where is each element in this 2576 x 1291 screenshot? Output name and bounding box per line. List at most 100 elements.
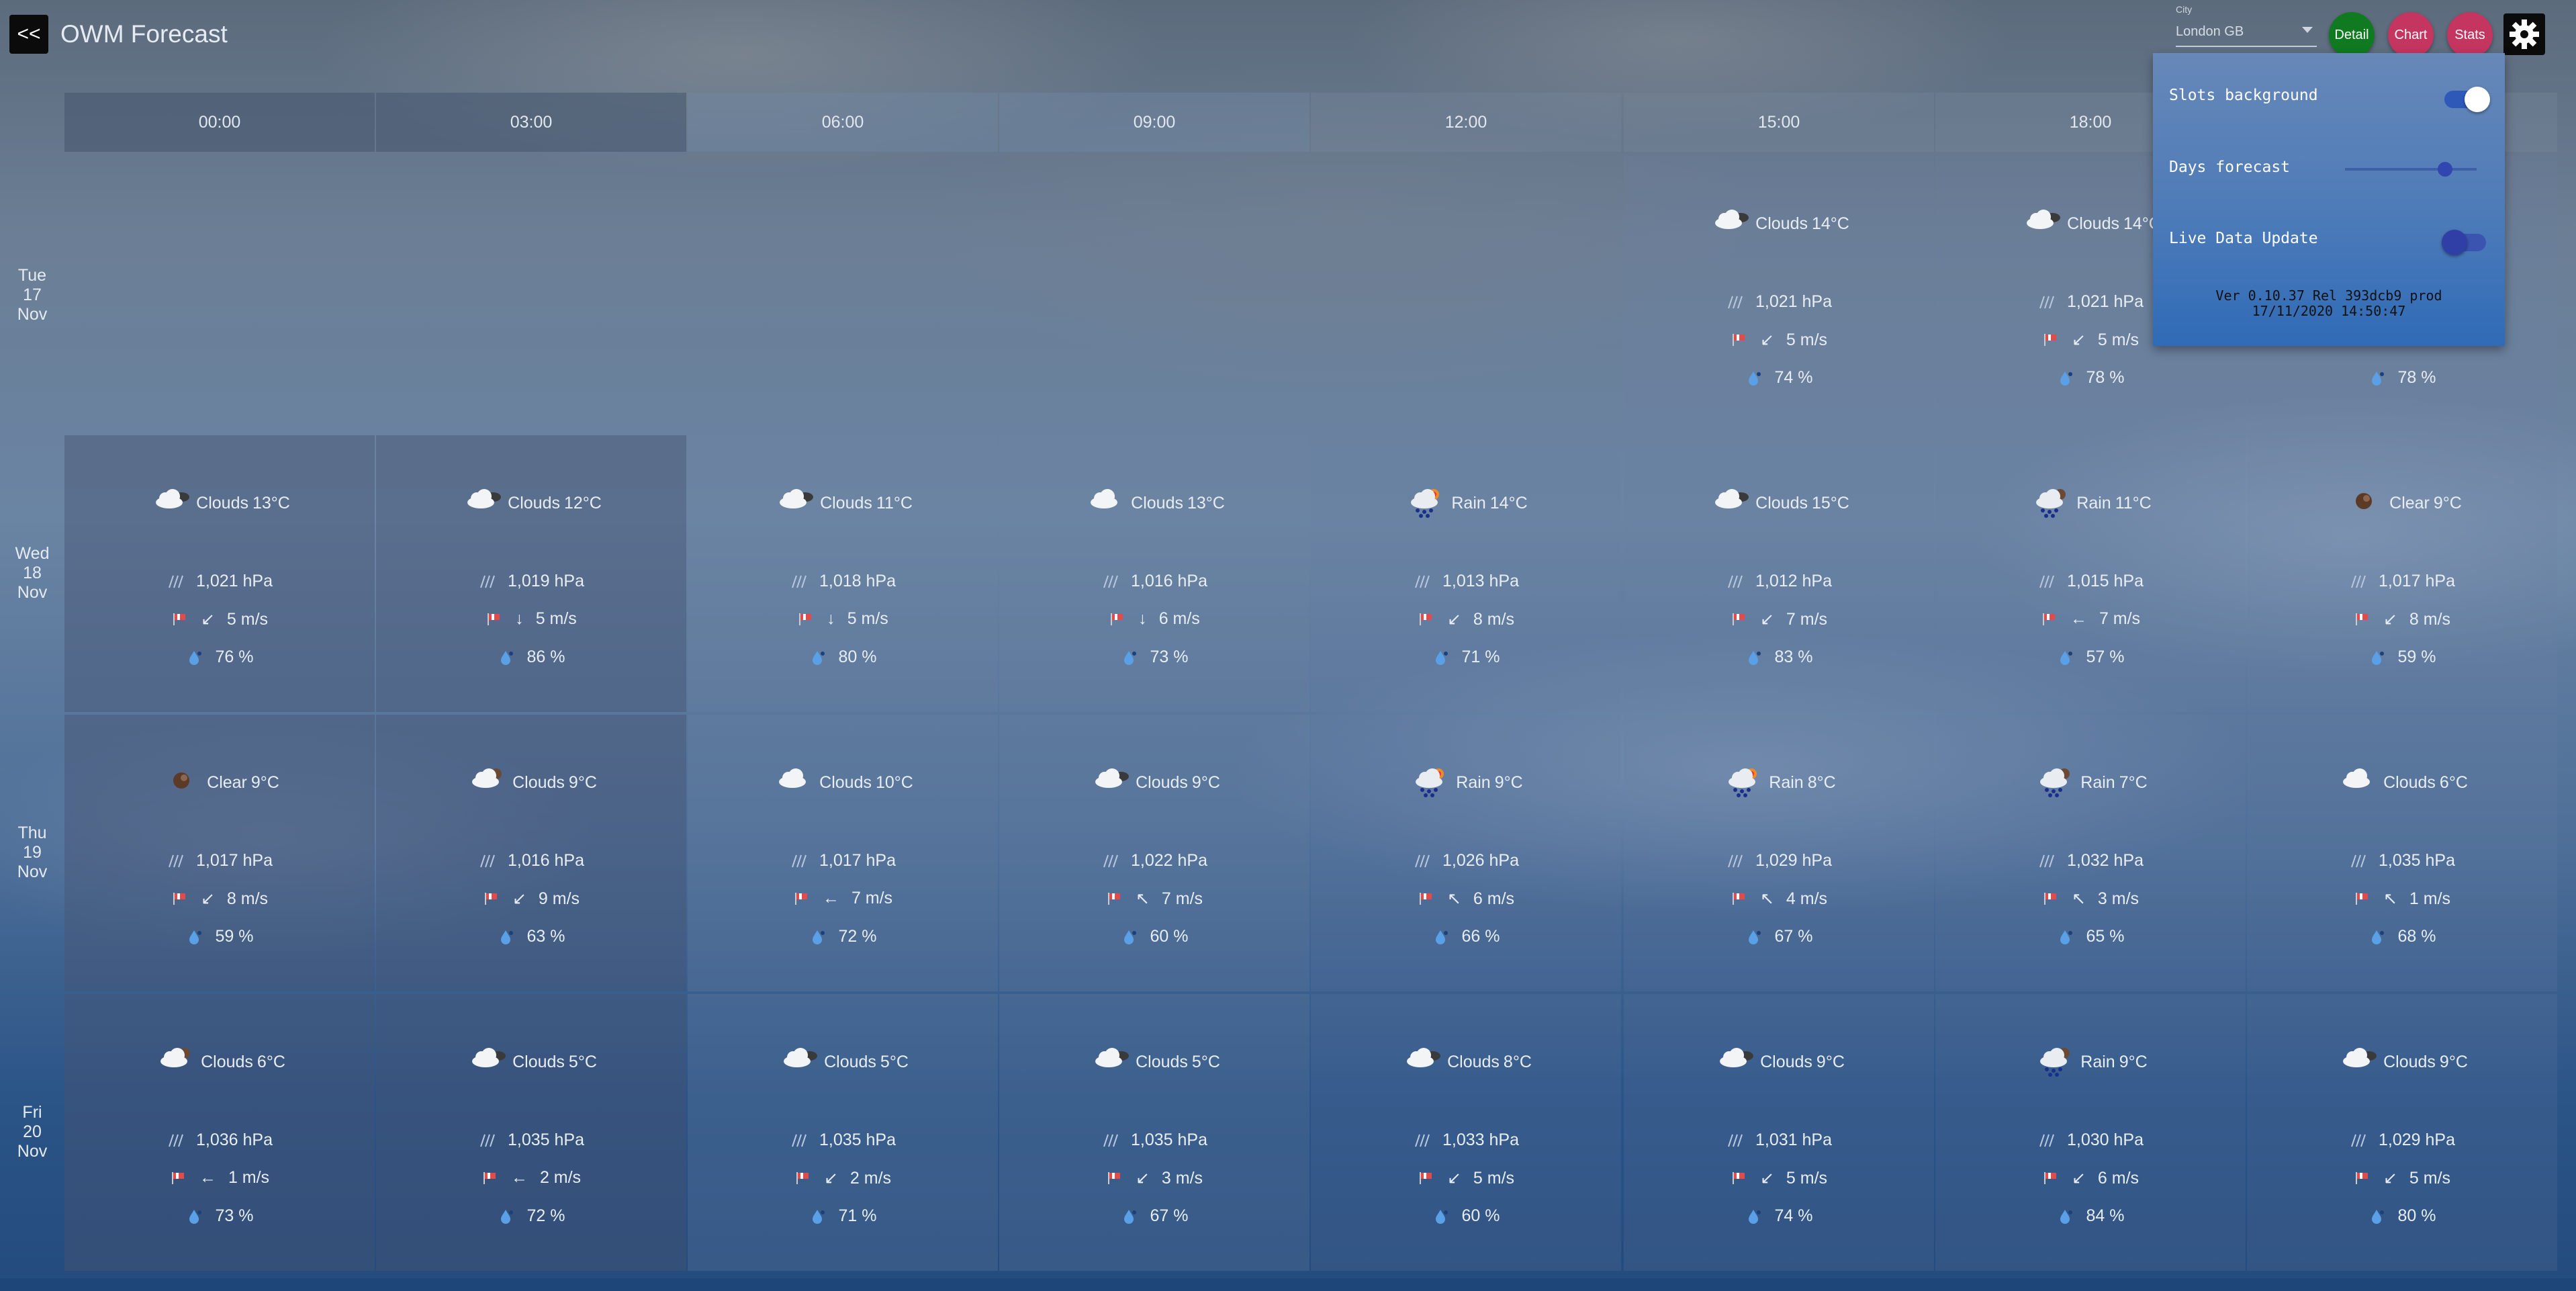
wind-line: ↙ 8 m/s xyxy=(1311,609,1621,629)
slider-thumb[interactable] xyxy=(2437,162,2452,177)
wind-flag-icon xyxy=(2354,612,2371,627)
wind-line: ↙ 5 m/s xyxy=(64,609,375,629)
forecast-slot[interactable]: Clouds 11°C 1,018 hPa ↓ 5 m/s 80 % xyxy=(688,435,998,712)
humidity-value: 72 % xyxy=(526,1206,565,1225)
pressure-value: 1,033 hPa xyxy=(1442,1130,1519,1149)
weather-icon xyxy=(154,1041,197,1083)
forecast-slot[interactable]: Rain 9°C 1,026 hPa ↖ 6 m/s 66 % xyxy=(1311,715,1621,991)
day-label: Thu 19 Nov xyxy=(0,823,64,882)
wind-direction-icon: ← xyxy=(2070,609,2087,628)
pressure-value: 1,036 hPa xyxy=(196,1130,273,1149)
temperature: 9°C xyxy=(2439,1053,2468,1071)
humidity-icon xyxy=(809,929,827,945)
forecast-slot[interactable]: Clouds 9°C 1,022 hPa ↖ 7 m/s 60 % xyxy=(999,715,1309,991)
forecast-slot[interactable]: Clear 9°C 1,017 hPa ↙ 8 m/s 59 % xyxy=(64,715,375,991)
pressure-line: 1,017 hPa xyxy=(688,851,998,871)
wind-direction-icon: ↙ xyxy=(2071,1169,2086,1188)
forecast-slot[interactable]: Clouds 5°C 1,035 hPa ↙ 2 m/s 71 % xyxy=(688,994,998,1271)
slots-background-toggle[interactable] xyxy=(2444,87,2490,112)
pressure-value: 1,030 hPa xyxy=(2067,1130,2144,1149)
humidity-line: 73 % xyxy=(64,1206,375,1226)
condition: Rain 7°C xyxy=(1935,762,2246,804)
weather-icon xyxy=(160,762,203,804)
wind-flag-icon xyxy=(2042,891,2060,906)
settings-button[interactable] xyxy=(2503,13,2545,55)
detail-button[interactable]: Detail xyxy=(2329,12,2375,58)
humidity-line: 76 % xyxy=(64,648,375,667)
humidity-line: 74 % xyxy=(1624,1206,1934,1226)
weather-icon xyxy=(149,482,192,525)
bottom-edge xyxy=(0,1278,2576,1291)
temperature: 10°C xyxy=(875,773,913,792)
wind-speed: 5 m/s xyxy=(1786,1168,1828,1188)
forecast-slot[interactable]: Clouds 6°C 1,036 hPa ← 1 m/s 73 % xyxy=(64,994,375,1271)
temperature: 8°C xyxy=(1503,1053,1532,1071)
temperature: 9°C xyxy=(2119,1053,2148,1071)
humidity-value: 80 % xyxy=(2397,1206,2436,1225)
pressure-value: 1,022 hPa xyxy=(1131,851,1207,870)
forecast-slot[interactable]: Clouds 13°C 1,021 hPa ↙ 5 m/s 76 % xyxy=(64,435,375,712)
weather-icon xyxy=(2020,203,2063,245)
forecast-slot[interactable]: Rain 9°C 1,030 hPa ↙ 6 m/s 84 % xyxy=(1935,994,2246,1271)
humidity-line: 83 % xyxy=(1624,648,1934,667)
forecast-slot[interactable]: Clouds 8°C 1,033 hPa ↙ 5 m/s 60 % xyxy=(1311,994,1621,1271)
humidity-value: 84 % xyxy=(2086,1206,2125,1225)
wind-flag-icon xyxy=(1418,891,1435,906)
pressure-icon xyxy=(1413,574,1430,589)
pressure-line: 1,012 hPa xyxy=(1624,572,1934,591)
forecast-slot[interactable]: Clouds 6°C 1,035 hPa ↖ 1 m/s 68 % xyxy=(2247,715,2557,991)
forecast-slot[interactable]: Clouds 5°C 1,035 hPa ← 2 m/s 72 % xyxy=(376,994,686,1271)
forecast-slot[interactable]: Clouds 9°C 1,016 hPa ↙ 9 m/s 63 % xyxy=(376,715,686,991)
stats-button[interactable]: Stats xyxy=(2447,12,2493,58)
condition: Rain 11°C xyxy=(1935,482,2246,525)
humidity-value: 71 % xyxy=(838,1206,877,1225)
pressure-line: 1,016 hPa xyxy=(376,851,686,871)
forecast-slot[interactable]: Clouds 13°C 1,016 hPa ↓ 6 m/s 73 % xyxy=(999,435,1309,712)
weather-icon xyxy=(1409,762,1452,804)
days-forecast-slider[interactable] xyxy=(2345,162,2477,177)
wind-line: ↖ 4 m/s xyxy=(1624,889,1934,909)
pressure-line: 1,019 hPa xyxy=(376,572,686,591)
forecast-slot[interactable]: Clouds 10°C 1,017 hPa ← 7 m/s 72 % xyxy=(688,715,998,991)
forecast-slot[interactable]: Rain 7°C 1,032 hPa ↖ 3 m/s 65 % xyxy=(1935,715,2246,991)
temperature: 5°C xyxy=(568,1053,597,1071)
pressure-line: 1,016 hPa xyxy=(999,572,1309,591)
pressure-icon xyxy=(1101,574,1119,589)
forecast-slot[interactable]: Clouds 5°C 1,035 hPa ↙ 3 m/s 67 % xyxy=(999,994,1309,1271)
weather-icon xyxy=(465,762,508,804)
humidity-value: 67 % xyxy=(1150,1206,1189,1225)
pressure-icon xyxy=(1726,574,1743,589)
forecast-slot[interactable]: Rain 8°C 1,029 hPa ↖ 4 m/s 67 % xyxy=(1624,715,1934,991)
pressure-icon xyxy=(1726,1133,1743,1148)
city-select[interactable]: City London GB xyxy=(2176,4,2317,47)
time-header-cell: 06:00 xyxy=(688,93,998,152)
live-data-update-toggle[interactable] xyxy=(2442,230,2486,255)
pressure-line: 1,029 hPa xyxy=(1624,851,1934,871)
forecast-slot[interactable]: Clouds 15°C 1,012 hPa ↙ 7 m/s 83 % xyxy=(1624,435,1934,712)
wind-direction-icon: ↙ xyxy=(823,1169,838,1188)
back-button[interactable]: << xyxy=(9,15,48,54)
wind-speed: 5 m/s xyxy=(226,609,269,629)
wind-line: ↓ 5 m/s xyxy=(376,609,686,629)
humidity-icon xyxy=(498,650,515,666)
humidity-icon xyxy=(186,929,203,945)
condition-label: Clouds xyxy=(2383,773,2436,792)
forecast-slot[interactable]: Clouds 9°C 1,029 hPa ↙ 5 m/s 80 % xyxy=(2247,994,2557,1271)
forecast-slot[interactable]: Rain 14°C 1,013 hPa ↙ 8 m/s 71 % xyxy=(1311,435,1621,712)
wind-line: ↖ 3 m/s xyxy=(1935,889,2246,909)
humidity-value: 67 % xyxy=(1774,927,1813,946)
wind-line: ↙ 7 m/s xyxy=(1624,609,1934,629)
forecast-slot[interactable]: Clouds 9°C 1,031 hPa ↙ 5 m/s 74 % xyxy=(1624,994,1934,1271)
chart-button[interactable]: Chart xyxy=(2388,12,2434,58)
humidity-icon xyxy=(2368,370,2386,386)
forecast-slot[interactable]: Clouds 14°C 1,021 hPa ↙ 5 m/s 74 % xyxy=(1624,156,1934,433)
humidity-value: 59 % xyxy=(215,927,254,946)
forecast-slot[interactable]: Rain 11°C 1,015 hPa ← 7 m/s 57 % xyxy=(1935,435,2246,712)
forecast-slot[interactable]: Clear 9°C 1,017 hPa ↙ 8 m/s 59 % xyxy=(2247,435,2557,712)
wind-direction-icon: ↖ xyxy=(1446,889,1461,908)
condition-label: Clouds xyxy=(2067,214,2119,233)
humidity-line: 57 % xyxy=(1935,648,2246,667)
humidity-value: 74 % xyxy=(1774,368,1813,387)
forecast-slot[interactable]: Clouds 12°C 1,019 hPa ↓ 5 m/s 86 % xyxy=(376,435,686,712)
temperature: 6°C xyxy=(257,1053,285,1071)
